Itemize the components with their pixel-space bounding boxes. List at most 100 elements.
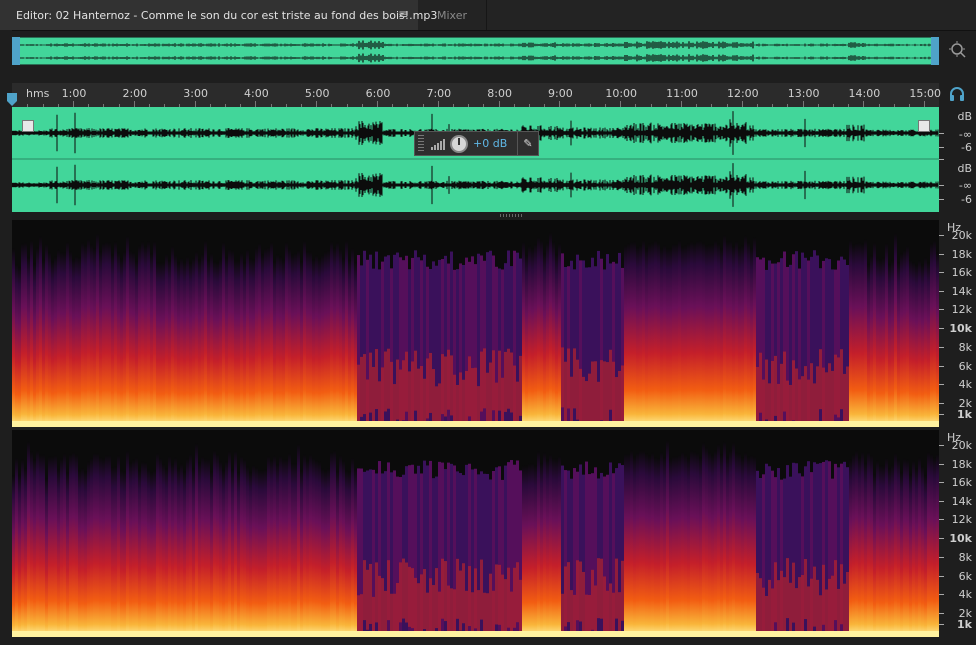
spectrogram-column bbox=[861, 243, 864, 427]
fade-in-handle[interactable] bbox=[22, 120, 34, 132]
spectrogram-column bbox=[57, 249, 60, 427]
freq-tick bbox=[939, 501, 944, 502]
spectrogram-column bbox=[171, 246, 174, 427]
spectrogram-column-lowband bbox=[477, 590, 480, 637]
spectrogram-column bbox=[522, 241, 525, 427]
spectrogram-column bbox=[231, 250, 234, 427]
spectrogram-column-lowband bbox=[795, 368, 798, 427]
tab-menu-icon[interactable]: ≡ bbox=[398, 8, 408, 20]
spectrogram-column-lowband bbox=[402, 360, 405, 421]
spectrogram-column-lowband bbox=[579, 561, 582, 622]
hud-grip[interactable] bbox=[418, 134, 424, 153]
spectrogram-column bbox=[174, 254, 177, 427]
spectrogram-column bbox=[717, 243, 720, 427]
spectrogram-column-lowband bbox=[471, 368, 474, 427]
spectrogram-column bbox=[204, 458, 207, 637]
spectrogram-column-lowband bbox=[420, 574, 423, 635]
spectrogram-column bbox=[666, 440, 669, 637]
spectrogram-column bbox=[222, 469, 225, 637]
ruler-tick-label: 15:00 bbox=[909, 87, 942, 100]
spectrogram-column-lowband bbox=[468, 356, 471, 417]
spectrogram-column-lowband bbox=[372, 596, 375, 637]
freq-label: 8k bbox=[958, 551, 972, 564]
spectrogram-column bbox=[852, 244, 855, 427]
db-tick bbox=[939, 185, 944, 186]
spectrogram-column bbox=[315, 460, 318, 637]
spectrogram-column bbox=[639, 245, 642, 427]
spectrogram-column bbox=[879, 465, 882, 637]
spectrogram-column-lowband bbox=[834, 354, 837, 415]
volume-value[interactable]: +0 dB bbox=[473, 137, 507, 150]
spectrogram-column-lowband bbox=[828, 578, 831, 637]
playhead-marker[interactable] bbox=[6, 93, 18, 107]
spectrogram-column bbox=[180, 257, 183, 427]
spectrogram-column bbox=[849, 240, 852, 427]
spectral-view-right-channel[interactable] bbox=[12, 430, 939, 637]
spectrogram-column-lowband bbox=[762, 587, 765, 637]
db-label-neg-inf-top: -∞ bbox=[958, 128, 972, 141]
freq-tick bbox=[939, 291, 944, 292]
spectrogram-column bbox=[906, 245, 909, 427]
spectrogram-column-lowband bbox=[798, 379, 801, 427]
spectrogram-column bbox=[240, 456, 243, 637]
pin-icon[interactable]: ✎ bbox=[517, 132, 538, 155]
spectrogram-column-lowband bbox=[570, 590, 573, 637]
zoom-icon[interactable] bbox=[948, 40, 968, 60]
tab-mixer[interactable]: Mixer bbox=[418, 0, 487, 30]
freq-label: 18k bbox=[951, 248, 972, 261]
spectrogram-column bbox=[678, 240, 681, 427]
spectrogram-column-lowband bbox=[396, 582, 399, 637]
spectrogram-column-lowband bbox=[600, 558, 603, 619]
spectrogram-column-lowband bbox=[798, 577, 801, 637]
freq-label: 20k bbox=[951, 439, 972, 452]
spectrogram-column bbox=[144, 461, 147, 637]
spectrogram-column bbox=[57, 468, 60, 637]
spectrogram-column bbox=[273, 261, 276, 427]
time-ruler[interactable]: hms 1:00 2:00 3:00 4:00 5:00 6:00 7:00 8:00 9:00… bbox=[12, 83, 942, 108]
spectrogram-column bbox=[870, 255, 873, 427]
spectrogram-column bbox=[309, 251, 312, 427]
spectrogram-column-lowband bbox=[822, 367, 825, 427]
spectrogram-column-lowband bbox=[462, 563, 465, 624]
spectrogram-column bbox=[132, 252, 135, 427]
spectrogram-column bbox=[183, 261, 186, 427]
bottom-bar bbox=[0, 637, 976, 645]
fade-out-handle[interactable] bbox=[918, 120, 930, 132]
overview-range-start-handle[interactable] bbox=[12, 37, 20, 65]
spectrogram-column bbox=[864, 239, 867, 427]
tab-editor[interactable]: Editor: 02 Hanternoz - Comme le son du c… bbox=[0, 0, 437, 30]
spectrogram-column bbox=[849, 459, 852, 637]
spectrogram-column bbox=[144, 245, 147, 427]
spectrogram-column bbox=[48, 456, 51, 637]
spectrogram-column-lowband bbox=[594, 361, 597, 422]
spectrogram-column bbox=[84, 245, 87, 427]
spectrogram-column-lowband bbox=[501, 574, 504, 635]
spectrogram-column bbox=[243, 459, 246, 637]
freq-label: 8k bbox=[958, 341, 972, 354]
spectrogram-column-lowband bbox=[621, 365, 624, 426]
volume-hud[interactable]: +0 dB ✎ bbox=[414, 131, 539, 156]
splitter-grip[interactable] bbox=[500, 214, 524, 217]
spectrogram-column bbox=[336, 471, 339, 637]
spectrogram-column bbox=[300, 261, 303, 427]
spectrogram-column bbox=[894, 233, 897, 427]
spectrogram-column bbox=[711, 244, 714, 427]
spectrogram-column-lowband bbox=[780, 363, 783, 424]
overview-waveform[interactable] bbox=[12, 37, 939, 65]
spectrogram-column bbox=[294, 252, 297, 427]
headphone-icon[interactable] bbox=[948, 86, 966, 102]
overview-range-end-handle[interactable] bbox=[931, 37, 939, 65]
spectrogram-column bbox=[129, 250, 132, 427]
volume-knob[interactable] bbox=[450, 134, 468, 153]
view-splitter[interactable] bbox=[12, 212, 939, 220]
spectrogram-column bbox=[909, 259, 912, 427]
spectrogram-column-lowband bbox=[459, 372, 462, 427]
spectral-view-left-channel[interactable] bbox=[12, 220, 939, 427]
spectrogram-column-lowband bbox=[417, 368, 420, 427]
spectrogram-column bbox=[900, 472, 903, 637]
spectrogram-column bbox=[153, 241, 156, 427]
spectrogram-column bbox=[93, 452, 96, 637]
spectrogram-column bbox=[78, 470, 81, 637]
spectrogram-column bbox=[321, 468, 324, 637]
waveform-view[interactable] bbox=[12, 107, 939, 212]
